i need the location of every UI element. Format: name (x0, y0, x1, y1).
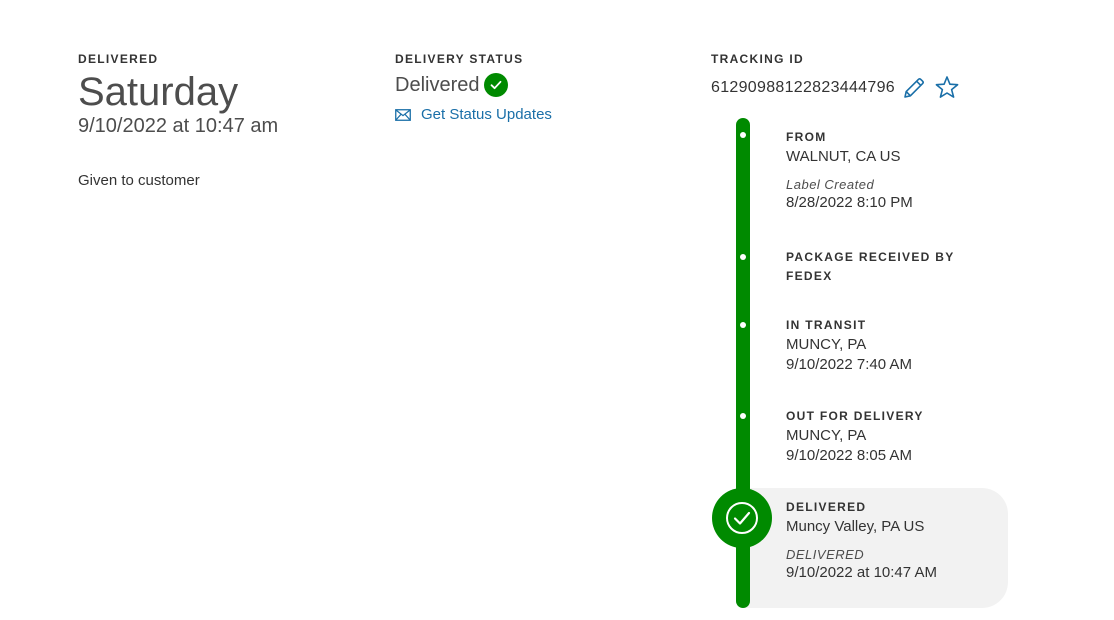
timeline-dot (740, 413, 746, 419)
event-title: OUT FOR DELIVERY (786, 409, 924, 423)
event-time: 9/10/2022 8:05 AM (786, 447, 912, 464)
timeline-event-in-transit: IN TRANSIT MUNCY, PA 9/10/2022 7:40 AM (786, 316, 1006, 375)
timeline-dot (740, 254, 746, 260)
status-label: DELIVERY STATUS (395, 52, 524, 66)
delivered-label: DELIVERED (78, 52, 159, 66)
event-location: MUNCY, PA (786, 336, 867, 353)
event-time: 9/10/2022 7:40 AM (786, 356, 912, 373)
event-location: Muncy Valley, PA US (786, 518, 925, 535)
delivery-note: Given to customer (78, 172, 200, 189)
status-line: Delivered (395, 72, 695, 98)
timeline-event-delivered: DELIVERED Muncy Valley, PA US DELIVERED … (786, 498, 1006, 583)
event-sub: Label Created (786, 177, 875, 192)
delivered-panel: DELIVERED Saturday 9/10/2022 at 10:47 am… (78, 52, 378, 189)
get-status-updates-label: Get Status Updates (421, 106, 552, 123)
tracking-number: 612909881228234447​96 (711, 79, 895, 96)
event-time: 8/28/2022 8:10 PM (786, 194, 913, 211)
status-text: Delivered (395, 74, 480, 96)
event-location: MUNCY, PA (786, 427, 867, 444)
timeline-dot (740, 132, 746, 138)
status-panel: DELIVERY STATUS Delivered Get Status Upd… (395, 52, 695, 123)
event-title: DELIVERED (786, 500, 867, 514)
get-status-updates-link[interactable]: Get Status Updates (395, 106, 695, 123)
tracking-label: TRACKING ID (711, 52, 804, 66)
tracking-panel: TRACKING ID 612909881228234447​96 (711, 52, 1091, 102)
timeline-check-icon (712, 488, 772, 548)
envelope-icon (395, 108, 411, 121)
event-title: IN TRANSIT (786, 318, 867, 332)
event-title: FROM (786, 130, 827, 144)
event-time: 9/10/2022 at 10:47 AM (786, 564, 937, 581)
timeline-dot (740, 322, 746, 328)
star-icon[interactable] (933, 74, 961, 102)
timeline-event-out-for-delivery: OUT FOR DELIVERY MUNCY, PA 9/10/2022 8:0… (786, 407, 1006, 466)
pencil-icon[interactable] (901, 75, 927, 101)
event-location: WALNUT, CA US (786, 148, 901, 165)
event-title: PACKAGE RECEIVED BY FEDEX (786, 250, 955, 283)
delivery-day: Saturday (78, 70, 239, 114)
check-circle-icon (484, 73, 509, 97)
delivery-datetime: 9/10/2022 at 10:47 am (78, 115, 279, 137)
tracking-line: 612909881228234447​96 (711, 74, 1091, 102)
timeline-event-received: PACKAGE RECEIVED BY FEDEX (786, 248, 966, 286)
timeline-event-from: FROM WALNUT, CA US Label Created 8/28/20… (786, 128, 1006, 213)
tracking-timeline: FROM WALNUT, CA US Label Created 8/28/20… (712, 118, 1012, 608)
event-sub: DELIVERED (786, 547, 865, 562)
